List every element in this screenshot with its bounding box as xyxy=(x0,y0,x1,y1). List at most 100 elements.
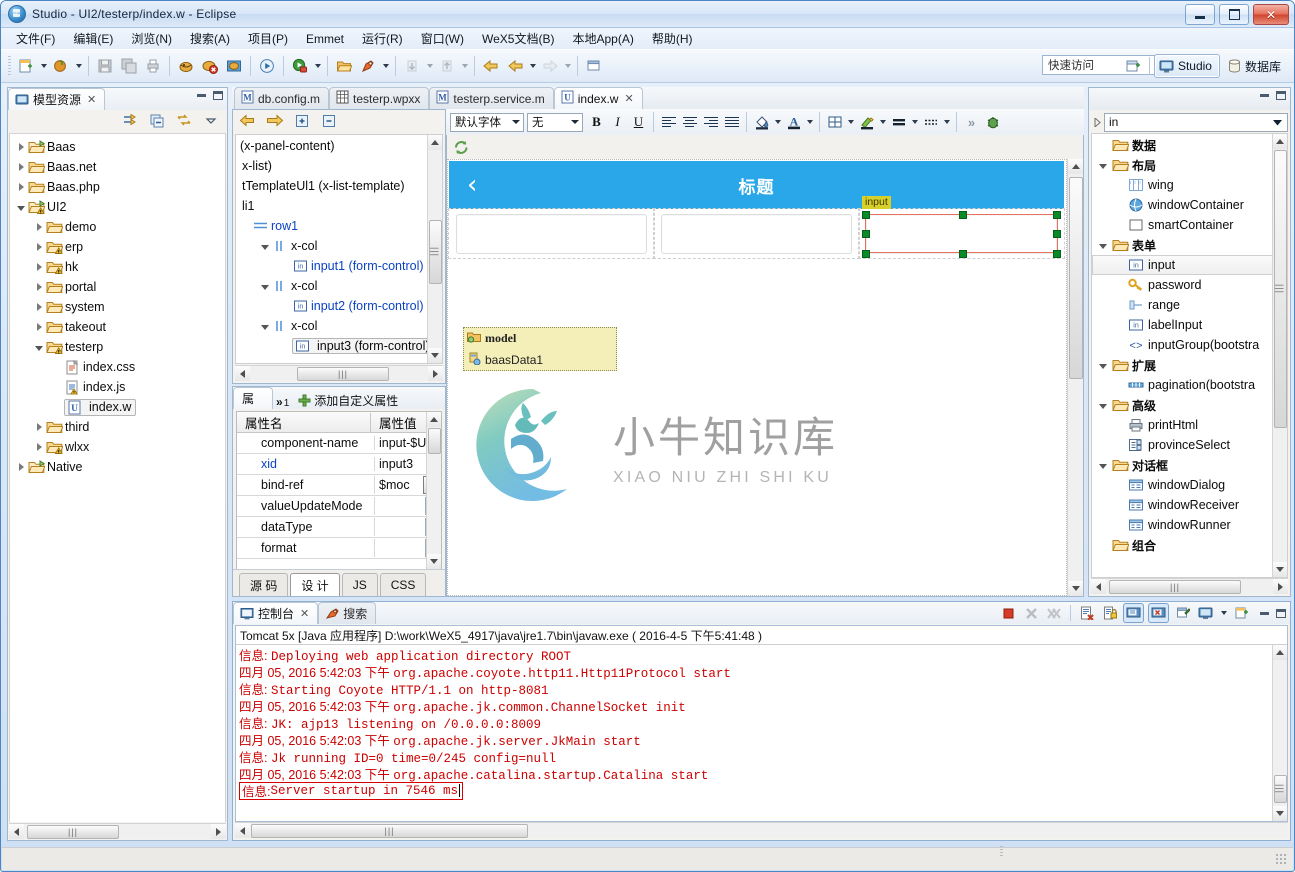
resize-handle-sw[interactable] xyxy=(862,250,870,258)
browser-icon[interactable] xyxy=(175,55,197,77)
hscroll-thumb[interactable]: ||| xyxy=(27,825,119,839)
twisty-collapsed-icon[interactable] xyxy=(32,283,46,291)
font-color-dropdown[interactable] xyxy=(804,111,815,133)
sync-icon[interactable] xyxy=(173,110,195,132)
back-icon[interactable] xyxy=(480,55,502,77)
palette-item-input[interactable]: in input xyxy=(1092,255,1287,275)
canvas-vscroll[interactable] xyxy=(1067,159,1083,596)
table-button[interactable] xyxy=(824,112,845,133)
browser-debug-icon[interactable] xyxy=(223,55,245,77)
palette-item-provinceselect[interactable]: provinceSelect xyxy=(1092,435,1287,455)
perspective-database[interactable]: 数据库 xyxy=(1224,55,1288,77)
menu-navigate[interactable]: 浏览(N) xyxy=(122,28,181,49)
twisty-expanded-icon[interactable] xyxy=(1096,362,1110,369)
palette-item-inputgroup-bootstra[interactable]: <> inputGroup(bootstra xyxy=(1092,335,1287,355)
twisty-collapsed-icon[interactable] xyxy=(14,163,28,171)
editor-tab-index-w[interactable]: U index.w ✕ xyxy=(553,87,643,109)
palette-item---[interactable]: 布局 xyxy=(1092,155,1287,175)
display-console-dropdown[interactable] xyxy=(1218,602,1229,624)
forward-history-icon[interactable] xyxy=(504,55,526,77)
palette-item-range[interactable]: range xyxy=(1092,295,1287,315)
menu-wex5-doc[interactable]: WeX5文档(B) xyxy=(473,28,563,49)
menu-emmet[interactable]: Emmet xyxy=(297,30,353,48)
show-console-on-error-icon[interactable] xyxy=(1148,603,1169,623)
save-all-icon[interactable] xyxy=(118,55,140,77)
palette-item-windowdialog[interactable]: windowDialog xyxy=(1092,475,1287,495)
tab-console[interactable]: 控制台 ✕ xyxy=(233,602,319,624)
model-explorer-tree[interactable]: Baas Baas.net Baas.php UI2 demo erp hk portal sy… xyxy=(10,134,225,477)
remove-all-launches-icon[interactable] xyxy=(1045,604,1064,623)
input1-control[interactable] xyxy=(456,214,647,254)
palette-item-password[interactable]: password xyxy=(1092,275,1287,295)
menu-search[interactable]: 搜索(A) xyxy=(181,28,239,49)
x-col-1[interactable] xyxy=(448,208,655,259)
close-button[interactable]: ✕ xyxy=(1253,4,1289,25)
twisty-expanded-icon[interactable] xyxy=(1096,242,1110,249)
scroll-up-button[interactable] xyxy=(1273,645,1287,660)
twisty-collapsed-icon[interactable] xyxy=(32,223,46,231)
back-chevron-icon[interactable]: ‹ xyxy=(467,172,477,198)
new-wizard-icon[interactable] xyxy=(15,55,37,77)
resize-grip[interactable] xyxy=(1275,853,1287,865)
border-button[interactable] xyxy=(888,112,909,133)
tree-item-erp[interactable]: erp xyxy=(10,237,225,257)
model-box-item[interactable]: baasData1 xyxy=(464,349,616,370)
deploy-dropdown[interactable] xyxy=(73,55,84,77)
scroll-left-button[interactable] xyxy=(9,824,24,839)
sash-grip[interactable] xyxy=(1000,846,1003,858)
external-tools-dropdown[interactable] xyxy=(380,55,391,77)
menu-help[interactable]: 帮助(H) xyxy=(643,28,702,49)
twisty-collapsed-icon[interactable] xyxy=(32,443,46,451)
palette-tree[interactable]: 数据 布局 wing windowContainer smartContainer 表单 i… xyxy=(1092,134,1287,555)
align-left-button[interactable] xyxy=(658,112,679,133)
twisty-expanded-icon[interactable] xyxy=(1096,402,1110,409)
scroll-lock-icon[interactable] xyxy=(1100,604,1119,623)
print-icon[interactable] xyxy=(142,55,164,77)
palette-filter-input[interactable]: in xyxy=(1104,112,1288,132)
external-tools-icon[interactable] xyxy=(357,55,379,77)
maximize-view-icon[interactable] xyxy=(213,91,223,100)
model-box-title-row[interactable]: model xyxy=(464,328,616,349)
palette-item---[interactable]: 组合 xyxy=(1092,535,1287,555)
close-icon[interactable]: ✕ xyxy=(87,93,96,106)
forward-dropdown[interactable] xyxy=(562,55,573,77)
scroll-up-button[interactable] xyxy=(1273,134,1287,149)
view-menu-icon[interactable] xyxy=(200,110,222,132)
minimize-view-icon[interactable] xyxy=(1260,611,1269,615)
scroll-up-button[interactable] xyxy=(1068,159,1083,174)
mobile-header-bar[interactable]: ‹ 标题 xyxy=(449,161,1064,209)
font-color-button[interactable]: A xyxy=(783,112,804,133)
pin-console-icon[interactable] xyxy=(1173,604,1192,623)
forward-icon[interactable] xyxy=(539,55,561,77)
x-col-2[interactable] xyxy=(653,208,860,259)
tree-item-index-w[interactable]: Uindex.w xyxy=(10,397,225,417)
tree-item-takeout[interactable]: takeout xyxy=(10,317,225,337)
resize-handle-n[interactable] xyxy=(958,211,967,219)
tab-model-explorer[interactable]: 模型资源 ✕ xyxy=(8,88,106,110)
scroll-left-button[interactable] xyxy=(1091,579,1106,594)
italic-button[interactable]: I xyxy=(607,112,628,133)
collapse-all-icon[interactable] xyxy=(146,110,168,132)
tree-item-portal[interactable]: portal xyxy=(10,277,225,297)
table-dropdown[interactable] xyxy=(845,111,856,133)
menu-run[interactable]: 运行(R) xyxy=(353,28,412,49)
maximize-button[interactable] xyxy=(1219,4,1249,25)
toolbar-overflow-button[interactable]: » xyxy=(961,112,982,133)
browser-error-icon[interactable] xyxy=(199,55,221,77)
tree-item-third[interactable]: third xyxy=(10,417,225,437)
tree-item-index-css[interactable]: index.css xyxy=(10,357,225,377)
resize-handle-w[interactable] xyxy=(862,230,870,238)
scroll-down-button[interactable] xyxy=(1068,581,1083,596)
minimize-view-icon[interactable] xyxy=(197,94,206,97)
palette-item----[interactable]: 对话框 xyxy=(1092,455,1287,475)
menu-project[interactable]: 项目(P) xyxy=(239,28,297,49)
palette-item-pagination-bootstra[interactable]: pagination(bootstra xyxy=(1092,375,1287,395)
menu-local-app[interactable]: 本地App(A) xyxy=(563,28,642,49)
tree-item-ui2[interactable]: UI2 xyxy=(10,197,225,217)
palette-item-labelinput[interactable]: in labelInput xyxy=(1092,315,1287,335)
next-annotation-dropdown[interactable] xyxy=(424,55,435,77)
toolbar-grip[interactable] xyxy=(8,56,11,76)
scroll-down-button[interactable] xyxy=(1273,806,1287,821)
font-family-select[interactable]: 默认字体 xyxy=(450,112,524,132)
minimize-view-icon[interactable] xyxy=(1260,94,1269,97)
